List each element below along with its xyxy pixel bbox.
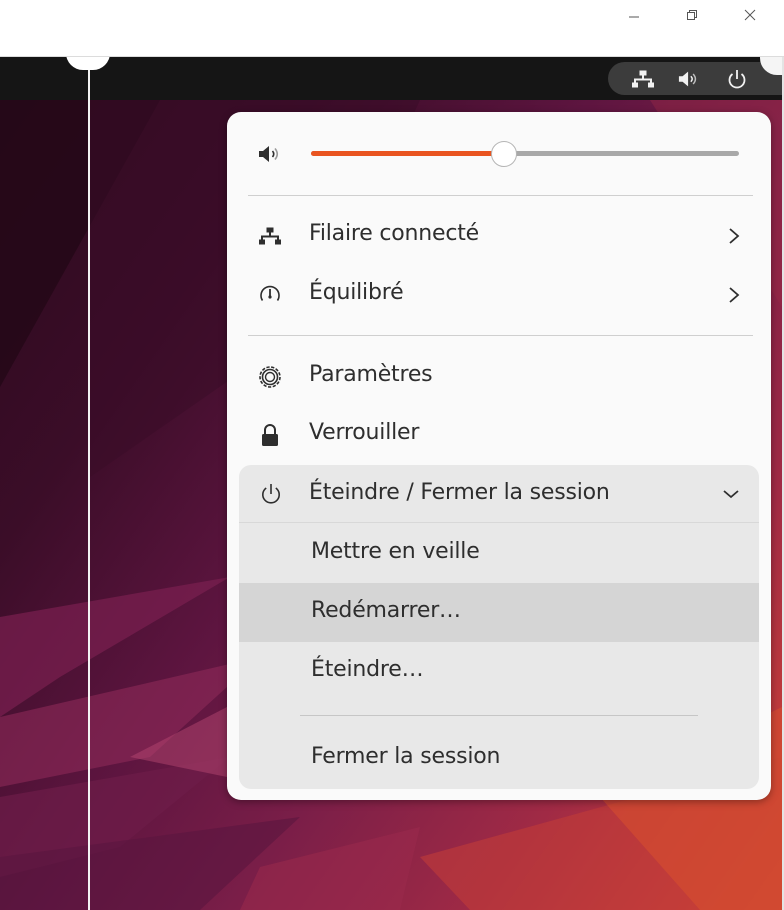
power-off-menu: Éteindre / Fermer la session Mettre en v…	[239, 465, 759, 789]
power-mode-item[interactable]: Équilibré	[239, 266, 759, 324]
divider	[239, 522, 759, 523]
power-mode-label: Équilibré	[309, 280, 404, 305]
settings-item[interactable]: Paramètres	[239, 348, 759, 406]
volume-icon	[678, 70, 700, 88]
wired-network-item[interactable]: Filaire connecté	[239, 207, 759, 265]
restore-icon	[687, 10, 697, 20]
log-out-item[interactable]: Fermer la session	[239, 729, 759, 788]
power-off-label: Éteindre…	[311, 657, 424, 682]
power-off-item[interactable]: Éteindre…	[239, 642, 759, 701]
close-icon	[744, 9, 756, 21]
power-off-logout-toggle[interactable]: Éteindre / Fermer la session	[239, 465, 759, 522]
settings-label: Paramètres	[309, 362, 433, 387]
vertical-guide-line	[88, 57, 90, 910]
volume-slider-thumb[interactable]	[491, 141, 517, 167]
network-wired-icon	[632, 70, 654, 88]
vm-window: Filaire connecté Équilibré Paramètres Ve…	[0, 0, 784, 910]
divider	[300, 715, 698, 716]
host-title-bar	[0, 0, 784, 57]
close-button[interactable]	[736, 4, 764, 26]
power-icon	[726, 70, 748, 89]
volume-slider-fill	[311, 151, 504, 156]
volume-icon	[257, 142, 285, 166]
power-off-logout-label: Éteindre / Fermer la session	[309, 480, 610, 505]
log-out-label: Fermer la session	[311, 744, 501, 769]
system-status-menu-button[interactable]	[608, 62, 782, 95]
chevron-right-icon	[725, 285, 743, 305]
volume-row	[227, 112, 771, 196]
volume-slider[interactable]	[311, 141, 739, 167]
lock-item[interactable]: Verrouiller	[239, 406, 759, 464]
restore-button[interactable]	[678, 4, 706, 26]
lock-icon	[257, 423, 283, 447]
restart-item[interactable]: Redémarrer…	[239, 583, 759, 642]
desktop-screen: Filaire connecté Équilibré Paramètres Ve…	[0, 57, 782, 910]
suspend-label: Mettre en veille	[311, 539, 480, 564]
restart-label: Redémarrer…	[311, 598, 461, 623]
lock-label: Verrouiller	[309, 420, 420, 445]
wired-network-label: Filaire connecté	[309, 221, 479, 246]
divider	[248, 195, 753, 196]
gear-icon	[257, 365, 283, 389]
power-icon	[259, 482, 283, 506]
power-profile-icon	[257, 283, 283, 307]
minimize-button[interactable]	[620, 4, 648, 26]
suspend-item[interactable]: Mettre en veille	[239, 524, 759, 583]
chevron-right-icon	[725, 226, 743, 246]
network-wired-icon	[257, 224, 283, 248]
minimize-icon	[629, 16, 639, 18]
divider	[248, 335, 753, 336]
quick-settings-menu: Filaire connecté Équilibré Paramètres Ve…	[227, 112, 771, 800]
chevron-down-icon	[721, 485, 741, 503]
top-bar	[0, 57, 782, 100]
